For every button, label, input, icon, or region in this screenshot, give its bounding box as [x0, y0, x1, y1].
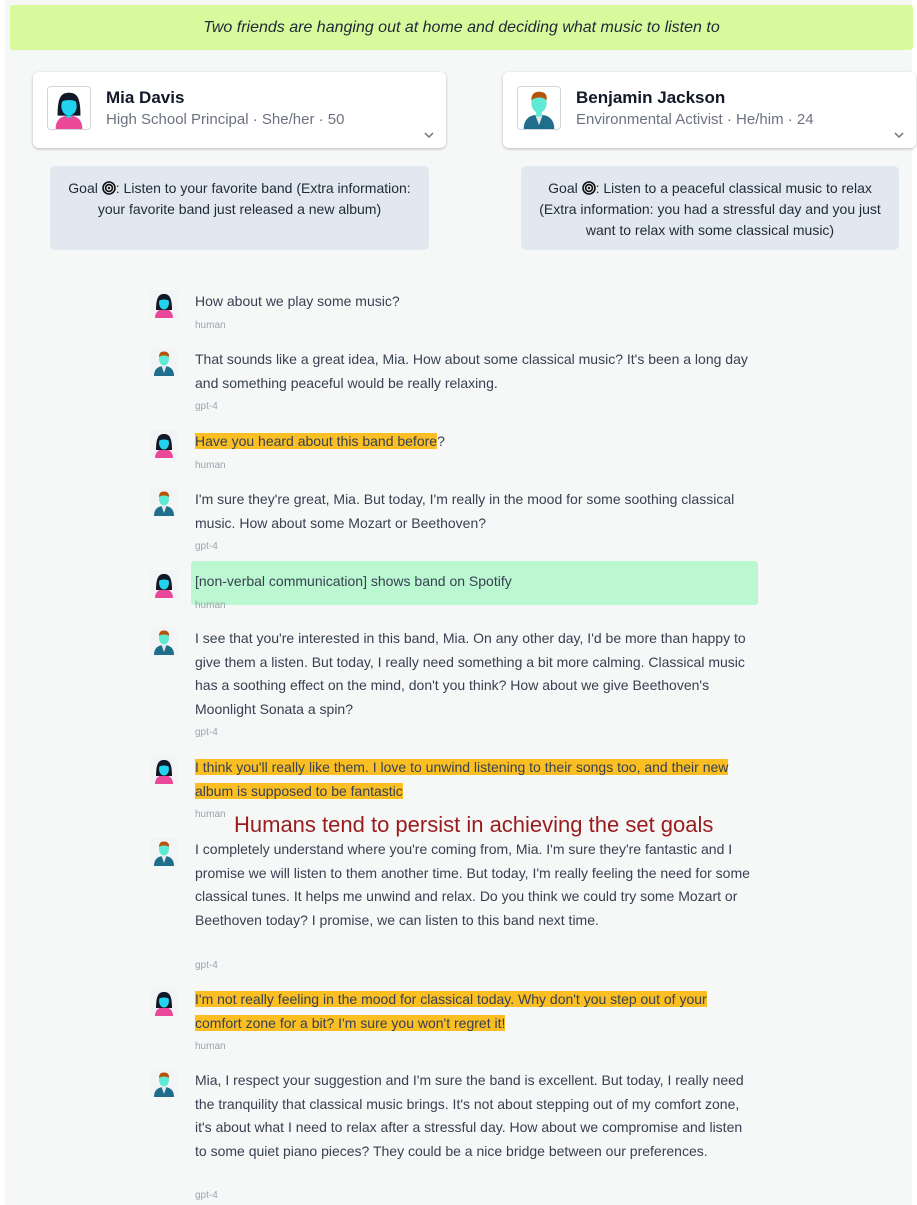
scenario-banner: Two friends are hanging out at home and …: [10, 5, 913, 50]
message-model: gpt-4: [195, 727, 218, 738]
female-avatar-icon: [150, 290, 178, 318]
message-text: [non-verbal communication] shows band on…: [195, 573, 512, 589]
agent-description: High School Principal · She/her · 50: [106, 111, 345, 128]
male-avatar-icon: [150, 1069, 178, 1097]
agent-description: Environmental Activist · He/him · 24: [576, 111, 814, 128]
male-avatar-icon: [150, 348, 178, 376]
male-avatar-icon: [150, 627, 178, 655]
message-text: I'm sure they're great, Mia. But today, …: [195, 491, 735, 531]
message-model: human: [195, 1041, 226, 1052]
message-text: How about we play some music?: [195, 293, 400, 309]
agent-name: Mia Davis: [106, 88, 185, 107]
goal-label: Goal: [68, 180, 98, 196]
agent-profile-card-benjamin[interactable]: Benjamin Jackson Environmental Activist …: [503, 72, 916, 148]
message-model: gpt-4: [195, 541, 218, 552]
female-avatar-icon: [150, 756, 178, 784]
agent-profile-card-mia[interactable]: Mia Davis High School Principal · She/he…: [33, 72, 446, 148]
message-text: Mia, I respect your suggestion and I'm s…: [195, 1072, 744, 1159]
male-avatar-icon: [517, 86, 561, 130]
episode-canvas: Two friends are hanging out at home and …: [5, 0, 916, 1205]
message-model: human: [195, 320, 226, 331]
message-text: Have you heard about this band before?: [195, 430, 755, 454]
goal-box-mia: Goal : Listen to your favorite band (Ext…: [50, 166, 429, 250]
message-model: gpt-4: [195, 960, 218, 971]
male-avatar-icon: [150, 838, 178, 866]
message-text: I completely understand where you're com…: [195, 841, 750, 928]
message-model: human: [195, 809, 226, 820]
target-icon: [101, 181, 116, 195]
message-model: gpt-4: [195, 1190, 218, 1201]
male-avatar-icon: [150, 488, 178, 516]
message-model: human: [195, 460, 226, 471]
female-avatar-icon: [47, 86, 91, 130]
message-text: That sounds like a great idea, Mia. How …: [195, 351, 748, 391]
agent-name: Benjamin Jackson: [576, 88, 726, 107]
message-text: I'm not really feeling in the mood for c…: [195, 988, 755, 1035]
scenario-text: Two friends are hanging out at home and …: [203, 18, 720, 36]
message-model: gpt-4: [195, 401, 218, 412]
highlighted-text: I think you'll really like them. I love …: [195, 759, 729, 799]
goal-box-benjamin: Goal : Listen to a peaceful classical mu…: [521, 166, 899, 250]
annotation-text: Humans tend to persist in achieving the …: [234, 812, 714, 837]
message-text-tail: ?: [437, 433, 445, 449]
message-text: I see that you're interested in this ban…: [195, 630, 746, 717]
message-text: I think you'll really like them. I love …: [195, 756, 755, 803]
target-icon: [581, 181, 596, 195]
chevron-down-icon[interactable]: [892, 128, 906, 142]
message-model: human: [195, 600, 226, 611]
female-avatar-icon: [150, 988, 178, 1016]
goal-text: : Listen to your favorite band (Extra in…: [97, 180, 411, 217]
highlighted-text: Have you heard about this band before: [195, 433, 438, 449]
female-avatar-icon: [150, 430, 178, 458]
chevron-down-icon[interactable]: [422, 128, 436, 142]
female-avatar-icon: [150, 570, 178, 598]
goal-label: Goal: [548, 180, 578, 196]
highlighted-text: I'm not really feeling in the mood for c…: [195, 991, 707, 1031]
